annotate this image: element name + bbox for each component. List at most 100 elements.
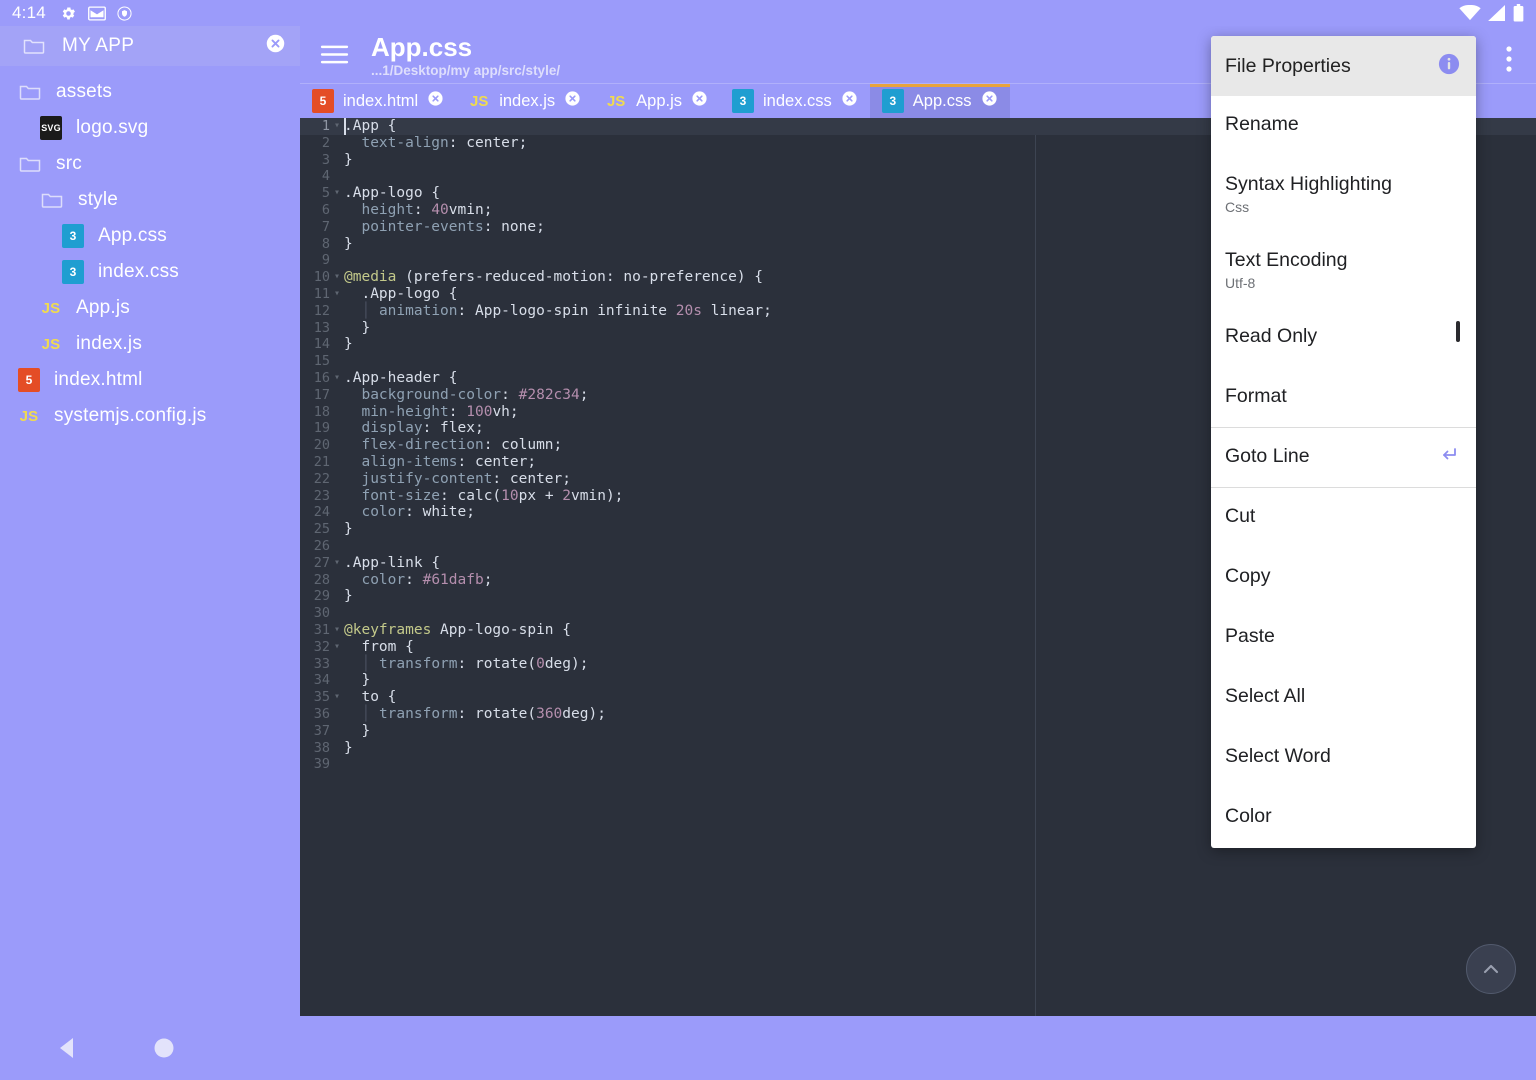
tree-item-style[interactable]: style [0,182,300,218]
tab-close-button[interactable] [981,90,998,112]
tree-item-index-css[interactable]: 3index.css [0,254,300,290]
tab-index-js[interactable]: JSindex.js [456,84,593,118]
menu-item-paste[interactable]: Paste [1211,608,1476,668]
tab-label: index.css [763,92,832,111]
line-number: 30 [300,605,330,622]
fold-arrow-icon[interactable]: ▾ [332,370,342,387]
scroll-to-top-button[interactable] [1466,944,1516,994]
tab-close-button[interactable] [564,90,581,112]
code-text: to { [344,689,396,706]
text-caret [344,118,346,135]
menu-item-label: Color [1225,803,1272,829]
line-number: 38 [300,740,330,757]
tree-item-label: index.js [76,333,142,355]
tree-item-label: index.css [98,261,179,283]
menu-item-select-all[interactable]: Select All [1211,668,1476,728]
tree-item-index-js[interactable]: JSindex.js [0,326,300,362]
project-header[interactable]: MY APP [0,26,300,66]
tree-item-assets[interactable]: assets [0,74,300,110]
js-file-icon: JS [40,296,62,320]
tree-item-index-html[interactable]: 5index.html [0,362,300,398]
tab-App-js[interactable]: JSApp.js [593,84,720,118]
tree-item-App-css[interactable]: 3 App.css [0,218,300,254]
code-text: .App-header { [344,370,458,387]
menu-item-text-encoding[interactable]: Text EncodingUtf-8 [1211,232,1476,308]
fold-arrow-icon[interactable]: ▾ [332,286,342,303]
css-file-icon: 3 [882,89,904,113]
line-number: 34 [300,672,330,689]
menu-item-label: Text Encoding [1225,247,1348,273]
battery-icon [1513,4,1524,22]
fold-arrow-icon[interactable]: ▾ [332,555,342,572]
close-project-button[interactable] [265,33,286,59]
line-number: 14 [300,336,330,353]
tab-label: index.js [499,92,555,111]
menu-item-text-block: Copy [1225,563,1271,589]
signal-icon [1488,5,1506,21]
fold-arrow-icon[interactable]: ▾ [332,689,342,706]
editor-file-path: ...1/Desktop/my app/src/style/ [371,62,560,80]
gmail-icon [88,6,106,21]
css-file-icon: 3 [62,224,84,248]
line-number: 5 [300,185,330,202]
tab-App-css[interactable]: 3App.css [870,84,1010,118]
tab-label: index.html [343,92,418,111]
menu-item-copy[interactable]: Copy [1211,548,1476,608]
code-text: background-color: #282c34; [344,387,588,404]
read-only-checkbox[interactable] [1456,323,1460,341]
tab-close-button[interactable] [427,90,444,112]
tab-close-button[interactable] [691,90,708,112]
menu-item-read-only[interactable]: Read Only [1211,308,1476,368]
code-text: color: #61dafb; [344,572,492,589]
tab-index-html[interactable]: 5index.html [300,84,456,118]
hamburger-icon[interactable] [320,44,349,70]
tree-item-label: App.css [98,225,167,247]
code-text: .App { [344,118,396,135]
tree-item-src[interactable]: src [0,146,300,182]
code-text: from { [344,639,414,656]
menu-item-rename[interactable]: Rename [1211,96,1476,156]
code-text: │ transform: rotate(360deg); [344,706,606,723]
info-icon[interactable] [1438,53,1460,80]
menu-item-label: Select Word [1225,743,1331,769]
project-name: MY APP [62,35,134,57]
code-text: .App-logo { [344,286,458,303]
fold-arrow-icon[interactable]: ▾ [332,185,342,202]
fold-arrow-icon[interactable]: ▾ [332,118,342,135]
menu-item-color[interactable]: Color [1211,788,1476,848]
folder-icon [40,188,64,212]
nav-home-button[interactable] [134,1018,194,1078]
code-text: } [344,672,370,689]
line-number: 26 [300,538,330,555]
menu-item-text-block: Paste [1225,623,1275,649]
tree-item-App-js[interactable]: JSApp.js [0,290,300,326]
close-circle-icon [981,90,998,107]
tree-item-systemjs-config-js[interactable]: JSsystemjs.config.js [0,398,300,434]
menu-item-text-block: Cut [1225,503,1255,529]
close-circle-icon [265,33,286,54]
menu-item-cut[interactable]: Cut [1211,488,1476,548]
tree-item-label: index.html [54,369,143,391]
code-text: } [344,521,353,538]
tab-close-button[interactable] [841,90,858,112]
fold-arrow-icon[interactable]: ▾ [332,622,342,639]
code-text: justify-content: center; [344,471,571,488]
menu-item-select-word[interactable]: Select Word [1211,728,1476,788]
menu-item-format[interactable]: Format [1211,368,1476,428]
line-number: 27 [300,555,330,572]
fold-arrow-icon[interactable]: ▾ [332,639,342,656]
menu-item-label: Paste [1225,623,1275,649]
tab-index-css[interactable]: 3index.css [720,84,870,118]
menu-item-label: Select All [1225,683,1305,709]
close-circle-icon [427,90,444,107]
nav-back-button[interactable] [38,1018,98,1078]
status-clock: 4:14 [12,3,46,23]
fold-arrow-icon[interactable]: ▾ [332,269,342,286]
menu-item-syntax-highlighting[interactable]: Syntax HighlightingCss [1211,156,1476,232]
menu-item-goto-line[interactable]: Goto Line [1211,428,1476,488]
menu-item-label: Syntax Highlighting [1225,171,1392,197]
code-text: } [344,723,370,740]
line-number: 9 [300,252,330,269]
kebab-menu-icon[interactable] [1506,46,1512,77]
tree-item-logo-svg[interactable]: SVGlogo.svg [0,110,300,146]
